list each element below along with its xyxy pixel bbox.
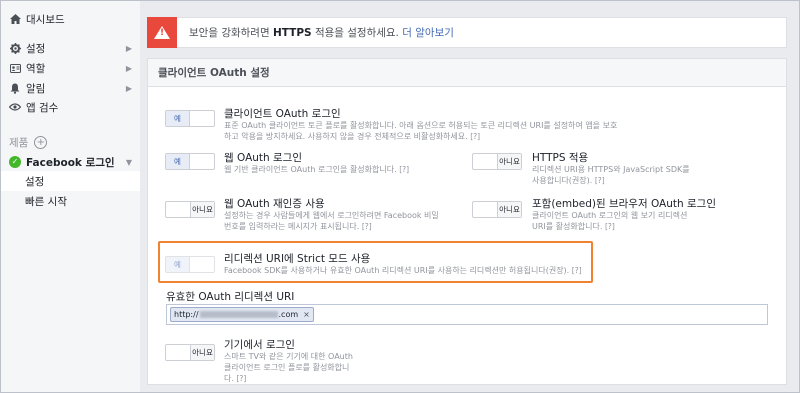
strict-mode-desc-text: Facebook SDK를 사용하거나 유효한 OAuth 리디렉션 URI를 … (224, 266, 570, 275)
sidebar-item-app-review[interactable]: 앱 검수 (1, 97, 140, 117)
sidebar-item-label: 설정 (26, 42, 46, 55)
toggle-blank (166, 202, 190, 217)
strict-mode-toggle[interactable]: 예 (165, 256, 215, 273)
uri-token[interactable]: http:// .com × (170, 307, 314, 322)
device-login-title: 기기에서 로그인 (224, 339, 295, 351)
embedded-browser-desc: 클라이언트 OAuth 로그인의 웹 보기 리디렉션 URI를 활성화합니다. … (532, 210, 702, 232)
toggle-no: 아니요 (496, 202, 521, 217)
valid-uri-label: 유효한 OAuth 리디렉션 URI (166, 291, 295, 303)
warning-icon (147, 17, 177, 48)
sidebar-item-label: 앱 검수 (26, 101, 59, 114)
https-desc-text: 리디렉션 URI용 HTTPS와 JavaScript SDK를 사용합니다(권… (532, 165, 690, 185)
sidebar: 대시보드 설정 ▶ 역할 ▶ 알림 ▶ 앱 검수 제품 + ✓ Facebook… (1, 1, 140, 392)
alert-text-bold: HTTPS (272, 27, 312, 39)
learn-more-link[interactable]: 더 알아보기 (402, 27, 454, 39)
https-title: HTTPS 적용 (532, 152, 589, 164)
help-link[interactable]: [?] (605, 222, 615, 231)
web-oauth-desc-text: 웹 기반 클라이언트 OAuth 로그인을 활성화합니다. (224, 165, 397, 174)
chevron-right-icon: ▶ (125, 63, 132, 73)
help-link[interactable]: [?] (595, 176, 605, 185)
help-link[interactable]: [?] (362, 222, 372, 231)
embedded-browser-toggle[interactable]: 아니요 (472, 201, 522, 218)
toggle-blank (166, 345, 190, 360)
redacted-text (199, 311, 278, 318)
add-product-icon[interactable]: + (34, 136, 48, 149)
id-card-icon (9, 62, 21, 74)
client-oauth-desc: 표준 OAuth 클라이언트 토큰 플로를 활성화합니다. 아래 옵션으로 허용… (224, 120, 624, 142)
web-oauth-title: 웹 OAuth 로그인 (224, 152, 303, 164)
chevron-down-icon: ▼ (125, 157, 132, 167)
device-login-toggle[interactable]: 아니요 (165, 344, 215, 361)
strict-mode-title: 리디렉션 URI에 Strict 모드 사용 (224, 253, 371, 265)
products-label: 제품 (9, 137, 29, 149)
reauth-toggle[interactable]: 아니요 (165, 201, 215, 218)
sidebar-item-label: Facebook 로그인 (26, 156, 115, 169)
home-icon (9, 13, 21, 25)
toggle-no: 아니요 (189, 345, 214, 360)
https-alert-banner: 보안을 강화하려면 HTTPS 적용을 설정하세요. 더 알아보기 (147, 17, 787, 48)
help-link[interactable]: [?] (236, 374, 246, 383)
https-toggle[interactable]: 아니요 (472, 153, 522, 170)
sidebar-subitem-settings[interactable]: 설정 (1, 171, 140, 191)
help-link[interactable]: [?] (399, 165, 409, 174)
sidebar-item-label: 알림 (26, 82, 46, 95)
eye-icon (9, 101, 21, 113)
alert-text-before: 보안을 강화하려면 (189, 27, 270, 39)
client-oauth-desc-text: 표준 OAuth 클라이언트 토큰 플로를 활성화합니다. 아래 옵션으로 허용… (224, 121, 618, 141)
alert-text-after: 적용을 설정하세요. (314, 27, 399, 39)
sidebar-subitem-label: 빠른 시작 (25, 195, 67, 208)
uri-token-suffix: .com (278, 310, 299, 319)
alert-message: 보안을 강화하려면 HTTPS 적용을 설정하세요. 더 알아보기 (189, 25, 454, 40)
uri-token-prefix: http:// (174, 310, 199, 319)
help-link[interactable]: [?] (572, 266, 582, 275)
https-desc: 리디렉션 URI용 HTTPS와 JavaScript SDK를 사용합니다(권… (532, 164, 692, 186)
help-link[interactable]: [?] (470, 132, 480, 141)
device-login-desc: 스마트 TV와 같은 기기에 대한 OAuth 클라이언트 로그인 플로를 활성… (224, 351, 359, 384)
toggle-blank (473, 202, 497, 217)
embedded-browser-title: 포함(embed)된 브라우저 OAuth 로그인 (532, 198, 716, 210)
gear-icon (9, 42, 21, 54)
sidebar-item-label: 역할 (26, 62, 46, 75)
web-oauth-desc: 웹 기반 클라이언트 OAuth 로그인을 활성화합니다. [?] (224, 164, 439, 175)
sidebar-item-facebook-login[interactable]: ✓ Facebook 로그인 ▼ (1, 152, 140, 172)
toggle-yes: 예 (166, 257, 191, 272)
sidebar-item-alerts[interactable]: 알림 ▶ (1, 78, 140, 98)
chevron-right-icon: ▶ (125, 83, 132, 93)
toggle-blank (190, 257, 214, 272)
toggle-no: 아니요 (496, 154, 521, 169)
reauth-desc: 설정하는 경우 사람들에게 웹에서 로그인하려면 Facebook 비밀번호를 … (224, 210, 439, 232)
sidebar-item-label: 대시보드 (26, 13, 65, 26)
toggle-blank (190, 154, 214, 169)
toggle-blank (190, 111, 214, 126)
reauth-desc-text: 설정하는 경우 사람들에게 웹에서 로그인하려면 Facebook 비밀번호를 … (224, 211, 439, 231)
panel-title: 클라이언트 OAuth 설정 (148, 59, 786, 87)
sidebar-item-roles[interactable]: 역할 ▶ (1, 58, 140, 78)
bell-icon (9, 82, 21, 94)
web-oauth-toggle[interactable]: 예 (165, 153, 215, 170)
valid-uri-input[interactable]: http:// .com × (166, 304, 768, 325)
toggle-yes: 예 (166, 111, 191, 126)
client-oauth-toggle[interactable]: 예 (165, 110, 215, 127)
sidebar-subitem-quickstart[interactable]: 빠른 시작 (1, 191, 140, 211)
chevron-right-icon: ▶ (125, 43, 132, 53)
sidebar-item-settings[interactable]: 설정 ▶ (1, 38, 140, 58)
strict-mode-desc: Facebook SDK를 사용하거나 유효한 OAuth 리디렉션 URI를 … (224, 265, 592, 276)
products-section-label: 제품 + (9, 135, 48, 150)
client-oauth-title: 클라이언트 OAuth 로그인 (224, 108, 341, 120)
reauth-title: 웹 OAuth 재인증 사용 (224, 198, 325, 210)
toggle-yes: 예 (166, 154, 191, 169)
check-circle-icon: ✓ (9, 156, 21, 168)
sidebar-item-dashboard[interactable]: 대시보드 (1, 9, 140, 29)
remove-token-icon[interactable]: × (303, 310, 310, 319)
toggle-blank (473, 154, 497, 169)
sidebar-subitem-label: 설정 (25, 175, 45, 188)
toggle-no: 아니요 (189, 202, 214, 217)
